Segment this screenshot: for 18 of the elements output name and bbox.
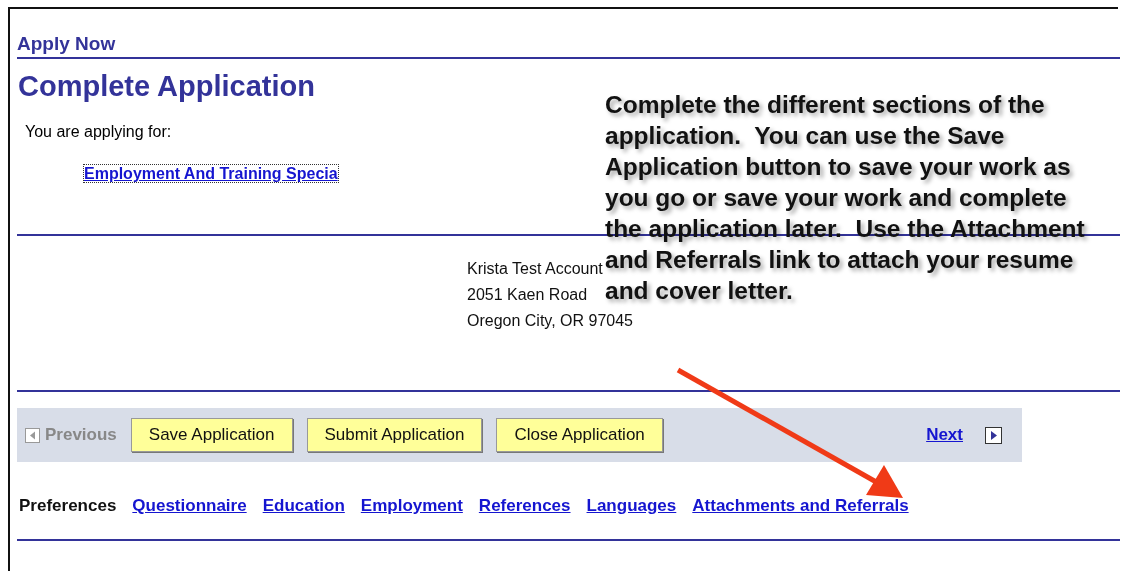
address-line: 2051 Kaen Road: [467, 285, 588, 305]
section-link[interactable]: Languages: [586, 495, 677, 517]
section-link[interactable]: Preferences: [19, 495, 117, 517]
address-line: Oregon City, OR 97045: [467, 311, 633, 331]
job-link[interactable]: Employment And Training Specia: [84, 165, 338, 182]
address-line: Krista Test Account: [467, 259, 603, 279]
section-link[interactable]: Questionnaire: [132, 495, 247, 517]
section-link[interactable]: Education: [262, 495, 345, 517]
action-button[interactable]: Submit Application: [306, 418, 483, 452]
page-header: Apply Now: [17, 32, 117, 56]
page-title: Complete Application: [18, 69, 316, 103]
section-link[interactable]: References: [478, 495, 571, 517]
applying-label: You are applying for:: [25, 122, 172, 142]
next-link[interactable]: Next: [926, 425, 963, 445]
action-button[interactable]: Save Application: [130, 418, 293, 452]
section-link[interactable]: Employment: [360, 495, 463, 517]
section-link[interactable]: Attachments and Referrals: [692, 495, 909, 517]
action-button[interactable]: Close Application: [496, 418, 663, 452]
